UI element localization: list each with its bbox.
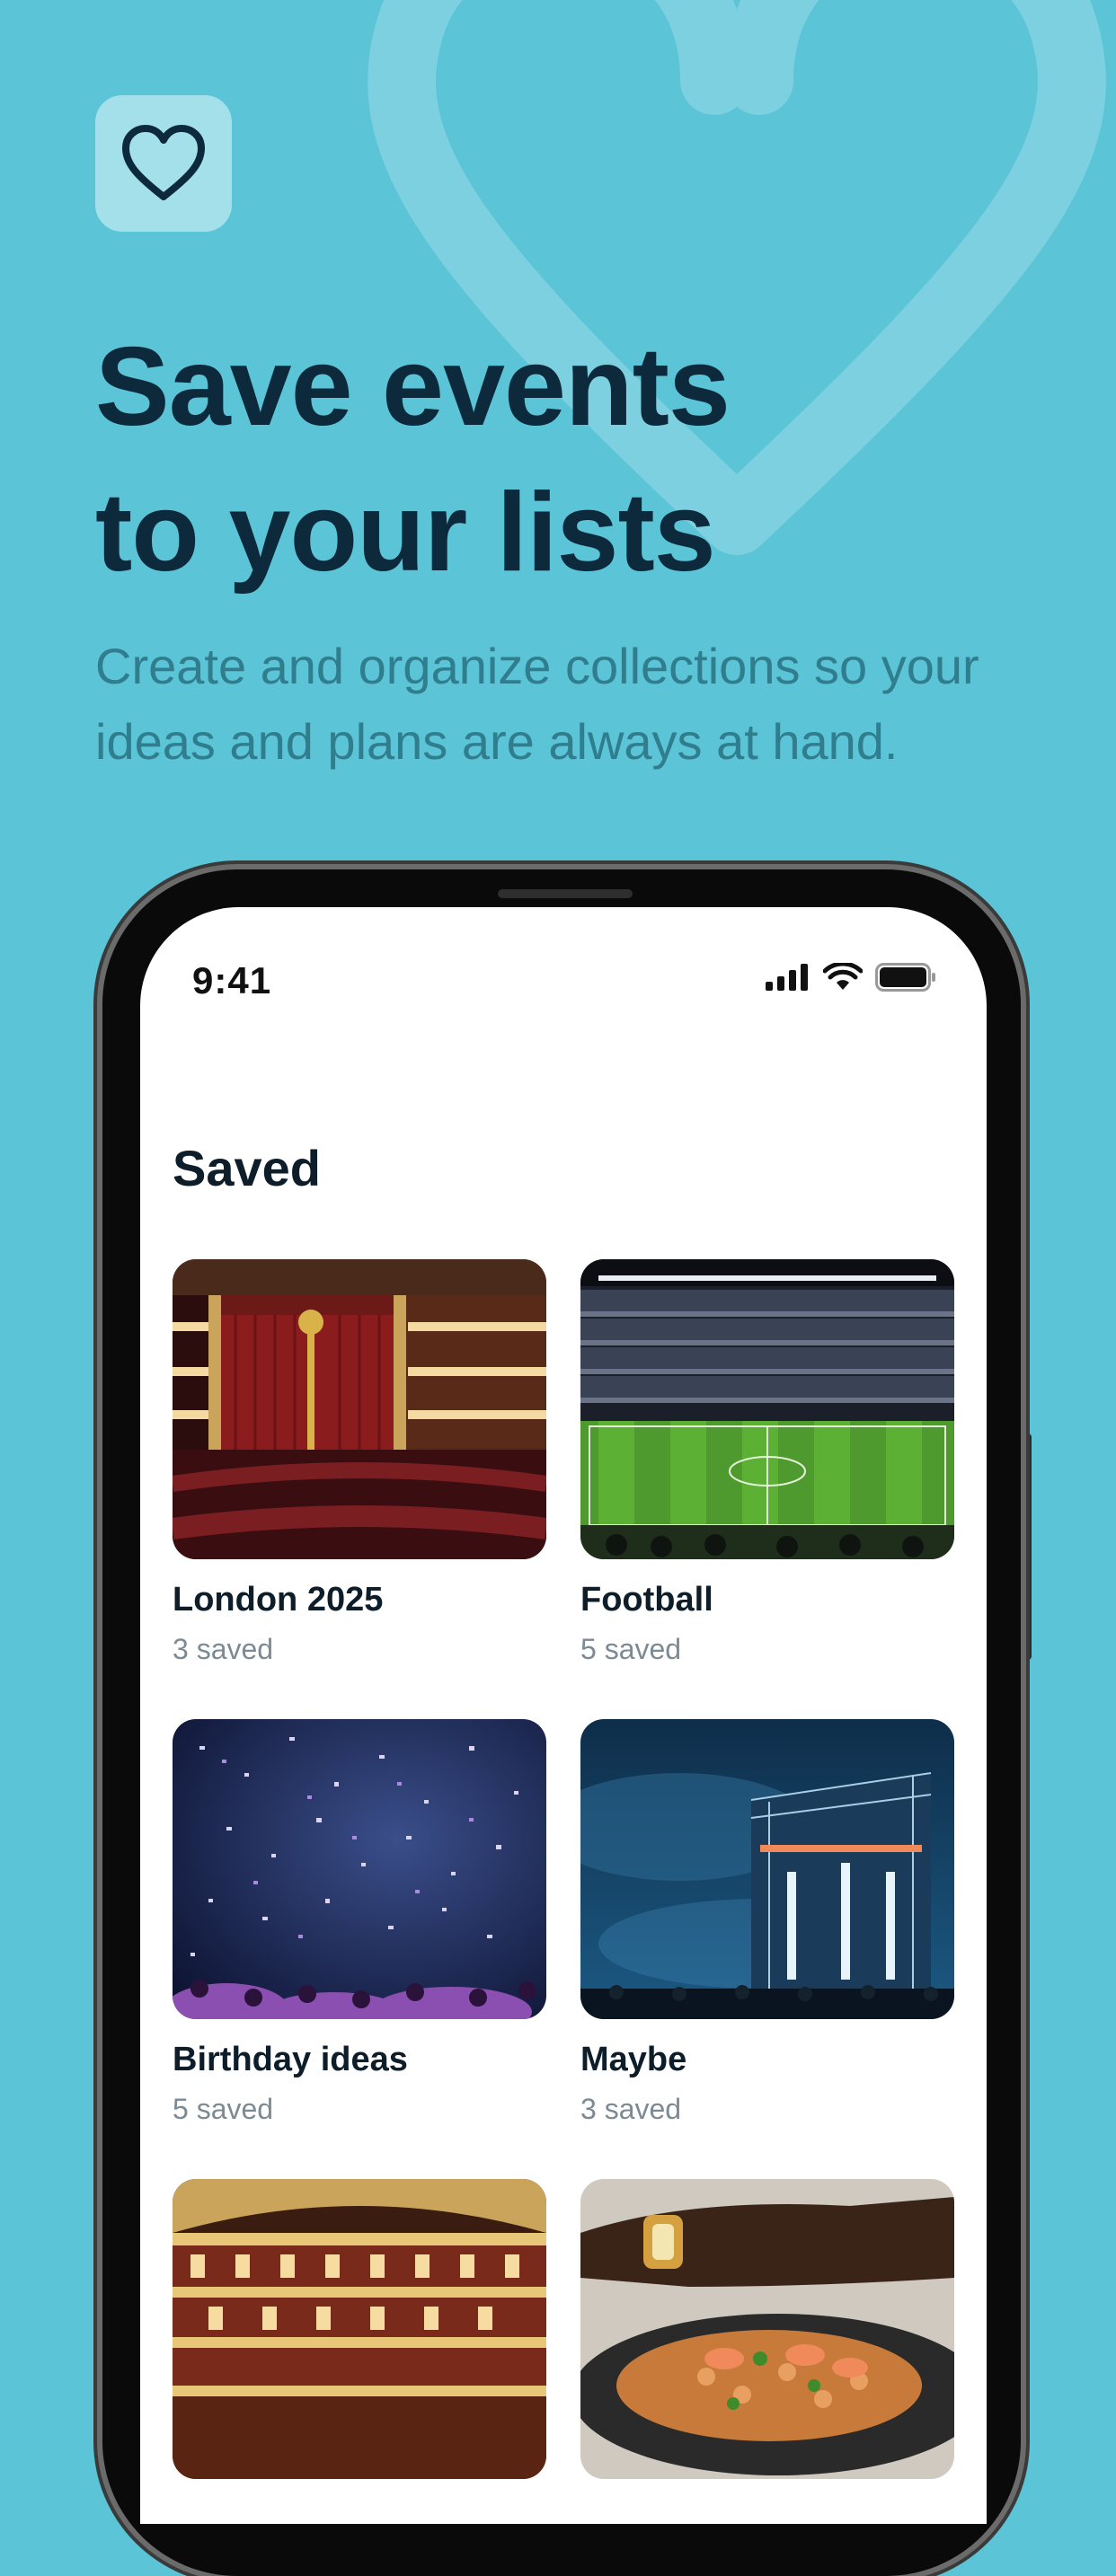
signal-icon — [766, 964, 808, 991]
list-thumbnail-festival — [580, 1719, 954, 2019]
subtitle: Create and organize collections so your … — [95, 638, 979, 770]
phone-speaker — [498, 889, 633, 898]
list-card[interactable] — [580, 2179, 954, 2499]
list-count: 3 saved — [580, 2093, 682, 2125]
headline-line-2: to your lists — [95, 471, 716, 595]
phone-screen: 9:41 Saved London 2025 3 saved Football … — [140, 907, 987, 2524]
saved-lists-grid: London 2025 3 saved Football 5 saved Bir… — [173, 1259, 954, 2499]
list-count: 5 saved — [580, 1633, 682, 1665]
list-thumbnail-confetti — [173, 1719, 546, 2019]
status-icons — [766, 963, 936, 992]
list-count: 5 saved — [173, 2093, 274, 2125]
list-thumbnail-opera — [173, 2179, 546, 2479]
list-name: London 2025 — [173, 1581, 384, 1619]
list-name: Football — [580, 1581, 713, 1619]
list-card[interactable]: Football 5 saved — [580, 1259, 954, 1667]
status-time: 9:41 — [192, 959, 272, 1001]
list-name: Maybe — [580, 2041, 687, 2078]
list-thumbnail-theatre — [173, 1259, 546, 1559]
headline-line-1: Save events — [95, 325, 731, 449]
list-thumbnail-food — [580, 2179, 954, 2479]
list-card[interactable]: Birthday ideas 5 saved — [173, 1719, 546, 2127]
list-card[interactable]: London 2025 3 saved — [173, 1259, 546, 1667]
list-name: Birthday ideas — [173, 2041, 408, 2078]
list-thumbnail-stadium — [580, 1259, 954, 1559]
phone-side-button — [1021, 1434, 1032, 1660]
battery-icon — [875, 963, 935, 992]
list-count: 3 saved — [173, 1633, 274, 1665]
heart-icon — [122, 125, 205, 200]
wifi-icon — [823, 963, 863, 990]
status-bar: 9:41 — [140, 907, 987, 1033]
list-card[interactable]: Maybe 3 saved — [580, 1719, 954, 2127]
list-card[interactable] — [173, 2179, 546, 2499]
headline: Save events to your lists — [95, 314, 994, 605]
app-badge — [95, 95, 232, 232]
section-title-saved: Saved — [173, 1140, 321, 1196]
